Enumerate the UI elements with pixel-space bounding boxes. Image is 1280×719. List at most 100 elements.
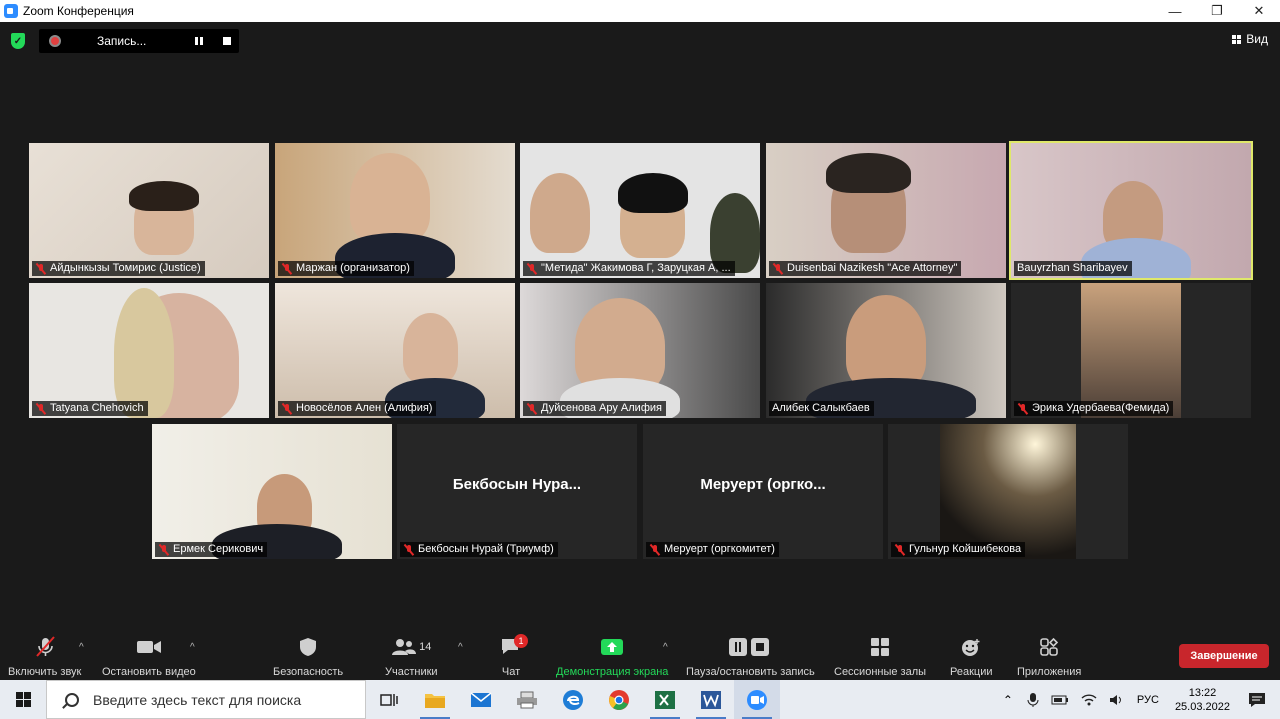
reactions-button[interactable]: Реакции xyxy=(950,636,993,678)
video-tile[interactable]: "Метида" Жакимова Г, Заруцкая А, ... xyxy=(520,143,760,278)
printer-app[interactable] xyxy=(504,680,550,719)
edge-app[interactable] xyxy=(550,680,596,719)
zoom-app[interactable] xyxy=(734,680,780,719)
video-tile-active-speaker[interactable]: Bauyrzhan Sharibayev xyxy=(1009,141,1253,280)
mic-muted-icon xyxy=(403,544,415,556)
record-dot-icon xyxy=(49,35,61,47)
security-button[interactable]: Безопасность xyxy=(273,636,343,678)
video-tile[interactable]: Ермек Серикович xyxy=(152,424,392,559)
start-button[interactable] xyxy=(0,680,46,719)
video-options-caret[interactable]: ^ xyxy=(190,642,195,653)
edge-icon xyxy=(563,689,583,710)
close-button[interactable]: ✕ xyxy=(1238,0,1280,22)
chat-button[interactable]: 1 Чат xyxy=(500,634,528,678)
excel-app[interactable] xyxy=(642,680,688,719)
view-button[interactable]: Вид xyxy=(1232,32,1268,46)
video-tile[interactable]: Маржан (организатор) xyxy=(275,143,515,278)
participant-name: Маржан (организатор) xyxy=(278,261,414,276)
mic-muted-icon xyxy=(526,403,538,415)
file-explorer-app[interactable] xyxy=(412,680,458,719)
breakout-rooms-button[interactable]: Сессионные залы xyxy=(834,636,926,678)
mic-muted-icon xyxy=(772,263,784,275)
security-shield-icon[interactable]: ✓ xyxy=(11,33,25,49)
mail-app[interactable] xyxy=(458,680,504,719)
video-tile[interactable]: Меруерт (оргко... Меруерт (оргкомитет) xyxy=(643,424,883,559)
pause-stop-recording-button[interactable]: Пауза/остановить запись xyxy=(686,636,815,678)
video-tile[interactable]: Дуйсенова Ару Алифия xyxy=(520,283,760,418)
meeting-toolbar: Включить звук ^ Остановить видео ^ Безоп… xyxy=(0,632,1280,680)
stop-video-button[interactable]: Остановить видео xyxy=(102,636,196,678)
video-tile[interactable]: Новосёлов Ален (Алифия) xyxy=(275,283,515,418)
participant-name: Эрика Удербаева(Фемида) xyxy=(1014,401,1174,416)
participant-name: Гульнур Койшибекова xyxy=(891,542,1026,557)
video-tile[interactable]: Tatyana Chehovich xyxy=(29,283,269,418)
mic-muted-icon xyxy=(649,544,661,556)
printer-icon xyxy=(517,691,537,708)
stop-recording-button[interactable] xyxy=(223,37,231,45)
share-screen-icon xyxy=(600,636,624,658)
video-tile[interactable]: Гульнур Койшибекова xyxy=(888,424,1128,559)
chat-badge: 1 xyxy=(514,634,528,648)
participants-icon: 14 xyxy=(391,636,431,658)
excel-icon xyxy=(655,690,675,709)
video-tile[interactable]: Айдынкызы Томирис (Justice) xyxy=(29,143,269,278)
participants-count: 14 xyxy=(419,641,432,653)
audio-options-caret[interactable]: ^ xyxy=(79,642,84,653)
end-meeting-button[interactable]: Завершение xyxy=(1179,644,1269,668)
task-view-button[interactable] xyxy=(366,680,412,719)
participant-name: Айдынкызы Томирис (Justice) xyxy=(32,261,205,276)
video-tile[interactable]: Бекбосын Нура... Бекбосын Нурай (Триумф) xyxy=(397,424,637,559)
video-tile[interactable]: Duisenbai Nazikesh "Ace Attorney" xyxy=(766,143,1006,278)
share-options-caret[interactable]: ^ xyxy=(663,642,668,653)
chrome-app[interactable] xyxy=(596,680,642,719)
video-tile[interactable]: Эрика Удербаева(Фемида) xyxy=(1011,283,1251,418)
participant-name: Алибек Салыкбаев xyxy=(769,401,874,416)
mail-icon xyxy=(470,691,492,707)
windows-taskbar: Введите здесь текст для поиска ⌃ РУС 13:… xyxy=(0,680,1280,719)
wifi-icon xyxy=(1081,693,1097,705)
maximize-button[interactable]: ❐ xyxy=(1196,0,1238,22)
zoom-logo-icon xyxy=(4,4,18,18)
language-indicator[interactable]: РУС xyxy=(1137,694,1159,706)
participant-name: Bauyrzhan Sharibayev xyxy=(1014,261,1132,276)
pause-stop-icon xyxy=(726,636,774,658)
notifications-icon[interactable] xyxy=(1248,692,1266,708)
apps-button[interactable]: Приложения xyxy=(1017,636,1081,678)
pause-recording-button[interactable] xyxy=(195,37,203,45)
minimize-button[interactable]: — xyxy=(1154,0,1196,22)
mic-muted-icon xyxy=(526,263,538,275)
participant-name: "Метида" Жакимова Г, Заруцкая А, ... xyxy=(523,261,735,276)
participant-name: Duisenbai Nazikesh "Ace Attorney" xyxy=(769,261,962,276)
mic-muted-icon xyxy=(35,263,47,275)
smiley-icon xyxy=(960,636,982,658)
video-tile[interactable]: Алибек Салыкбаев xyxy=(766,283,1006,418)
recording-label: Запись... xyxy=(97,34,147,48)
mic-muted-icon xyxy=(281,403,293,415)
clock-date: 25.03.2022 xyxy=(1174,700,1230,713)
mic-muted-icon xyxy=(894,544,906,556)
participants-button[interactable]: 14 Участники xyxy=(385,636,438,678)
participants-options-caret[interactable]: ^ xyxy=(458,642,463,653)
shield-icon xyxy=(298,636,318,658)
mic-muted-icon xyxy=(281,263,293,275)
clock[interactable]: 13:22 25.03.2022 xyxy=(1175,686,1230,714)
microphone-icon xyxy=(1027,692,1039,707)
meeting-area: ✓ Запись... Вид Айдынкызы Томирис (Justi… xyxy=(0,22,1280,632)
title-bar: Zoom Конференция — ❐ ✕ xyxy=(0,0,1280,22)
word-app[interactable] xyxy=(688,680,734,719)
taskbar-search[interactable]: Введите здесь текст для поиска xyxy=(46,680,366,719)
participant-name: Бекбосын Нурай (Триумф) xyxy=(400,542,558,557)
participant-name: Ермек Серикович xyxy=(155,542,268,557)
share-screen-button[interactable]: Демонстрация экрана xyxy=(556,636,668,678)
show-hidden-icons-icon[interactable]: ⌃ xyxy=(1003,693,1013,707)
video-camera-icon xyxy=(136,636,162,658)
mic-muted-icon xyxy=(1017,403,1029,415)
task-view-icon xyxy=(380,693,398,706)
system-tray: ⌃ РУС 13:22 25.03.2022 xyxy=(995,680,1280,719)
unmute-button[interactable]: Включить звук xyxy=(8,636,81,678)
gallery-view-icon xyxy=(1232,34,1242,44)
recording-indicator: Запись... xyxy=(39,29,239,53)
breakout-rooms-icon xyxy=(870,636,890,658)
zoom-icon xyxy=(747,689,767,710)
chat-icon: 1 xyxy=(500,634,528,658)
